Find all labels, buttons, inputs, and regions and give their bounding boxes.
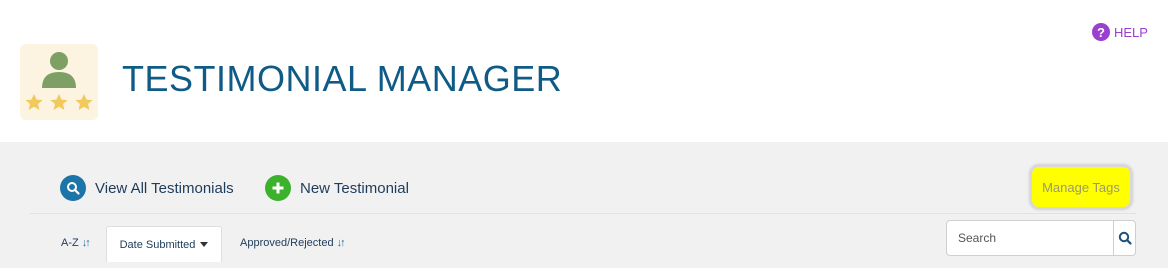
view-all-label: View All Testimonials bbox=[95, 179, 234, 197]
search-button[interactable] bbox=[1113, 221, 1135, 255]
new-testimonial-link[interactable]: New Testimonial bbox=[265, 175, 409, 201]
page-header: TESTIMONIAL MANAGER ? HELP bbox=[0, 0, 1168, 142]
toolbar-divider bbox=[30, 213, 1136, 214]
question-circle-icon: ? bbox=[1092, 23, 1110, 41]
search-icon bbox=[60, 175, 86, 201]
manage-tags-button[interactable]: Manage Tags bbox=[1030, 165, 1132, 209]
caret-down-icon bbox=[200, 242, 209, 247]
sort-approved-label: Approved/Rejected bbox=[240, 237, 334, 249]
sort-az-label: A-Z bbox=[61, 237, 79, 249]
sort-approved-rejected-button[interactable]: Approved/Rejected ↓↑ bbox=[240, 237, 346, 249]
search-box bbox=[946, 220, 1136, 256]
plus-circle-icon bbox=[265, 175, 291, 201]
search-input[interactable] bbox=[947, 221, 1113, 255]
sort-az-button[interactable]: A-Z ↓↑ bbox=[61, 237, 91, 249]
page-title: TESTIMONIAL MANAGER bbox=[122, 58, 563, 99]
testimonial-stars-icon bbox=[20, 44, 98, 120]
help-label: HELP bbox=[1114, 24, 1148, 40]
new-testimonial-label: New Testimonial bbox=[300, 179, 409, 197]
sort-arrows-icon: ↓↑ bbox=[336, 237, 346, 249]
sort-date-label: Date Submitted bbox=[119, 238, 196, 251]
view-all-testimonials-link[interactable]: View All Testimonials bbox=[60, 175, 234, 201]
help-link[interactable]: ? HELP bbox=[1092, 23, 1148, 41]
sort-date-submitted-tab[interactable]: Date Submitted bbox=[106, 226, 222, 262]
sort-arrows-icon: ↓↑ bbox=[81, 237, 91, 249]
search-icon bbox=[1118, 231, 1132, 245]
